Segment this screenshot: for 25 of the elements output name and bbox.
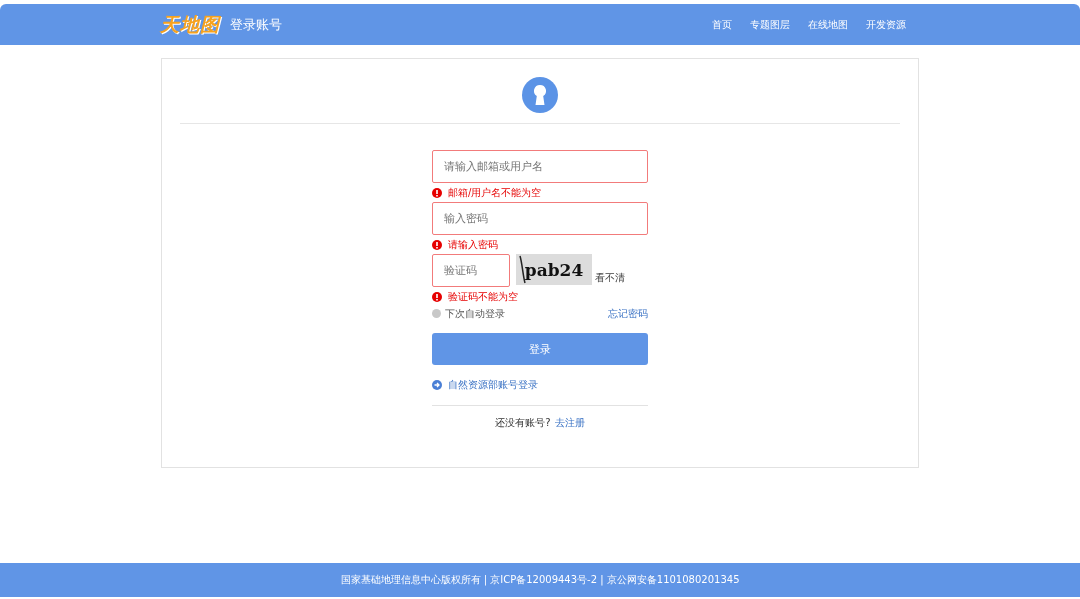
nav-link[interactable]: 在线地图 bbox=[808, 17, 848, 32]
login-button[interactable]: 登录 bbox=[432, 333, 648, 365]
register-link[interactable]: 去注册 bbox=[554, 416, 585, 430]
page-title: 登录账号 bbox=[230, 15, 282, 34]
alt-login-link[interactable]: 自然资源部账号登录 bbox=[432, 378, 648, 392]
error-message: 邮箱/用户名不能为空 bbox=[448, 185, 542, 200]
error-icon bbox=[432, 187, 442, 198]
error-message: 验证码不能为空 bbox=[448, 289, 518, 304]
refresh-captcha-link[interactable]: 看不清 bbox=[595, 271, 625, 285]
error-icon bbox=[432, 291, 442, 302]
remember-checkbox[interactable]: 下次自动登录 bbox=[432, 306, 505, 321]
username-field[interactable]: 请输入邮箱或用户名 bbox=[432, 150, 648, 183]
arrow-circle-icon bbox=[432, 380, 442, 390]
nav-link[interactable]: 开发资源 bbox=[866, 17, 906, 32]
keyhole-icon bbox=[522, 77, 558, 113]
copyright-text: 国家基础地理信息中心版权所有 | 京ICP备12009443号-2 | 京公网安备1101080201345 bbox=[340, 573, 740, 587]
register-prompt: 还没有账号? bbox=[495, 416, 551, 430]
nav-link[interactable]: 首页 bbox=[712, 17, 732, 32]
captcha-field[interactable]: 验证码 bbox=[432, 254, 510, 287]
forgot-password-link[interactable]: 忘记密码 bbox=[608, 306, 648, 321]
nav-link[interactable]: 专题图层 bbox=[750, 17, 790, 32]
password-field[interactable]: 输入密码 bbox=[432, 202, 648, 235]
error-icon bbox=[432, 239, 442, 250]
captcha-image: pab24 bbox=[516, 254, 592, 285]
error-message: 请输入密码 bbox=[448, 237, 498, 252]
